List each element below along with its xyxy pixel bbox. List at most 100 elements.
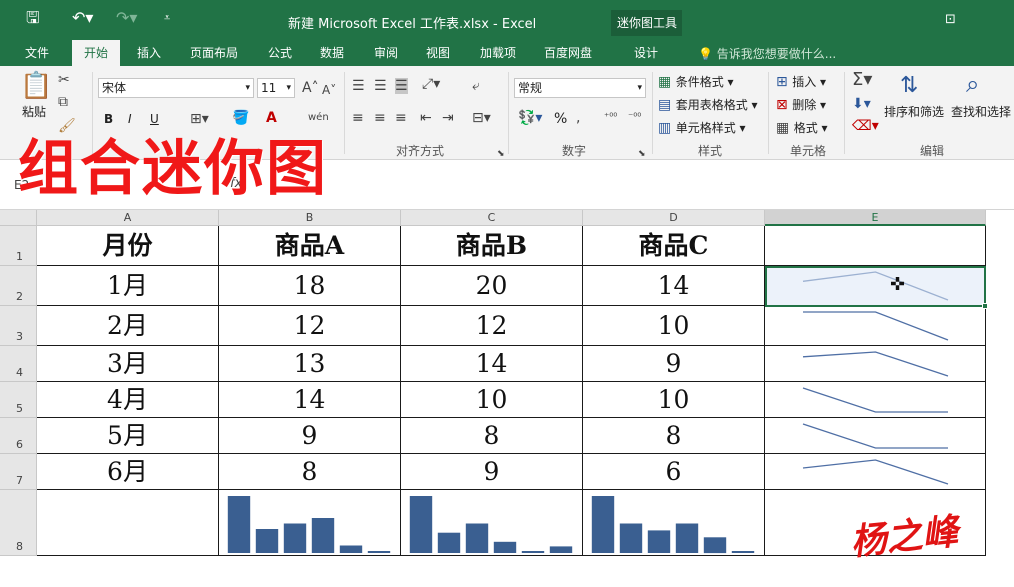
line-sparkline-row-3 [803, 311, 949, 341]
align-middle-icon[interactable]: ☰ [374, 78, 387, 94]
ribbon-display-icon[interactable]: ⊡ [945, 12, 956, 27]
column-sparkline-bar [591, 496, 615, 553]
cell-styles-icon: ▥ [658, 120, 676, 136]
number-format-select[interactable]: 常规 ▾ [514, 78, 646, 98]
tab-page-layout[interactable]: 页面布局 [190, 44, 238, 61]
sort-filter-button[interactable]: 排序和筛选 [884, 104, 944, 120]
bold-button[interactable]: B [104, 111, 113, 127]
tell-me-search[interactable]: 💡 告诉我您想要做什么... [698, 45, 836, 62]
table-format-button[interactable]: ▤ 套用表格格式 ▾ [658, 97, 758, 113]
font-name-select[interactable]: 宋体 ▾ [98, 78, 254, 98]
fill-handle[interactable] [982, 303, 988, 309]
align-top-icon[interactable]: ☰ [352, 78, 365, 94]
chevron-down-icon: ▾ [637, 83, 642, 93]
selected-cell-e2[interactable] [765, 266, 988, 309]
tab-view[interactable]: 视图 [426, 44, 450, 61]
column-sparkline-bar [255, 529, 279, 553]
cell-styles-button[interactable]: ▥ 单元格样式 ▾ [658, 120, 746, 136]
align-left-icon[interactable]: ≡ [352, 110, 364, 126]
tab-home[interactable]: 开始 [72, 40, 121, 66]
column-sparkline-bar [549, 546, 573, 553]
line-sparkline-row-5 [802, 387, 948, 413]
increase-indent-icon[interactable]: ⇥ [442, 110, 454, 126]
increase-font-icon[interactable]: A˄ [302, 80, 319, 96]
column-sparkline-bar [619, 523, 643, 553]
comma-icon[interactable]: , [576, 110, 580, 126]
worksheet: ABCDE 12345678 月份 商品A 商品B 商品C 1月 18 20 14 2月 12 12… [0, 210, 1014, 587]
merge-center-icon[interactable]: ⊟▾ [472, 110, 491, 126]
save-icon[interactable]: 🖫 [26, 9, 40, 27]
align-right-icon[interactable]: ≡ [395, 110, 407, 126]
table-format-icon: ▤ [658, 97, 676, 113]
clear-icon[interactable]: ⌫▾ [852, 118, 879, 134]
tab-insert[interactable]: 插入 [137, 44, 161, 61]
italic-button[interactable]: I [128, 111, 132, 127]
autosum-icon[interactable]: Σ▾ [852, 71, 872, 89]
tab-baidu[interactable]: 百度网盘 [544, 44, 592, 61]
decrease-font-icon[interactable]: A˅ [322, 82, 336, 98]
divider [844, 72, 845, 154]
decrease-indent-icon[interactable]: ⇤ [420, 110, 432, 126]
column-sparkline-bar [339, 545, 363, 553]
currency-icon[interactable]: 💱▾ [518, 110, 542, 126]
phonetic-icon[interactable]: wén [308, 110, 329, 126]
column-sparkline-bar [367, 551, 391, 553]
tab-review[interactable]: 审阅 [374, 44, 398, 61]
conditional-format-button[interactable]: ▦ 条件格式 ▾ [658, 74, 734, 90]
find-icon[interactable]: ⌕ [966, 70, 979, 98]
column-sparkline-bar [647, 530, 671, 553]
undo-icon[interactable]: ↶▾ [72, 9, 93, 27]
redo-icon[interactable]: ↷▾ [116, 9, 137, 27]
decrease-decimal-icon[interactable]: ⁻⁰⁰ [628, 110, 641, 126]
percent-button[interactable]: % [554, 111, 567, 127]
wrap-text-icon[interactable]: ⤶ [472, 78, 480, 94]
line-sparkline-row-7 [802, 459, 949, 485]
column-sparkline-bar [311, 518, 335, 553]
increase-decimal-icon[interactable]: ⁺⁰⁰ [604, 110, 617, 126]
font-color-icon[interactable]: A [266, 110, 277, 126]
align-bottom-icon[interactable]: ☰ [395, 78, 408, 94]
insert-cells-icon: ⊞ [776, 74, 793, 90]
fill-color-icon[interactable]: 🪣 [232, 110, 249, 126]
insert-cells-button[interactable]: ⊞ 插入 ▾ [776, 74, 826, 90]
cut-icon[interactable]: ✂ [58, 72, 70, 88]
divider [344, 72, 345, 154]
column-sparkline-bar [703, 537, 727, 554]
tab-addins[interactable]: 加载项 [480, 44, 516, 61]
divider [652, 72, 653, 154]
divider [768, 72, 769, 154]
line-sparkline-row-6 [802, 423, 948, 449]
tab-data[interactable]: 数据 [320, 44, 344, 61]
copy-icon[interactable]: ⧉ [58, 94, 68, 110]
border-icon[interactable]: ⊞▾ [190, 111, 209, 127]
paste-icon[interactable]: 📋 [20, 72, 52, 100]
delete-cells-button[interactable]: ⊠ 删除 ▾ [776, 97, 826, 113]
column-sparkline-bar [465, 523, 489, 553]
underline-button[interactable]: U [150, 111, 159, 127]
tab-design[interactable]: 设计 [634, 44, 658, 61]
fill-icon[interactable]: ⬇▾ [852, 96, 871, 112]
align-center-icon[interactable]: ≡ [374, 110, 386, 126]
column-sparkline-bar [731, 551, 755, 553]
tab-formulas[interactable]: 公式 [268, 44, 292, 61]
sort-filter-icon[interactable]: ⇅ [900, 72, 918, 100]
chevron-down-icon: ▾ [245, 83, 250, 93]
format-painter-icon[interactable]: 🖌 [58, 118, 76, 134]
column-sparkline-bar [493, 541, 517, 553]
column-sparkline-bar [437, 532, 461, 553]
customize-qat-icon[interactable]: ⩡ [164, 9, 170, 27]
styles-group-label: 样式 [698, 144, 723, 158]
tab-file[interactable]: 文件 [25, 44, 49, 61]
column-sparkline-bar [227, 496, 251, 553]
window-title: 新建 Microsoft Excel 工作表.xlsx - Excel [288, 17, 537, 32]
editing-group-label: 编辑 [920, 144, 945, 158]
paste-button[interactable]: 粘贴 [22, 104, 46, 120]
orientation-icon[interactable]: ⤢▾ [422, 76, 440, 92]
font-size-select[interactable]: 11 ▾ [257, 78, 295, 98]
find-select-button[interactable]: 查找和选择 [951, 104, 1011, 120]
line-sparkline-row-4 [802, 351, 949, 377]
column-sparkline-bar [283, 523, 307, 553]
format-cells-button[interactable]: ▦ 格式 ▾ [776, 120, 828, 136]
alignment-group-label: 对齐方式 [396, 144, 445, 158]
chevron-down-icon: ▾ [286, 83, 291, 93]
